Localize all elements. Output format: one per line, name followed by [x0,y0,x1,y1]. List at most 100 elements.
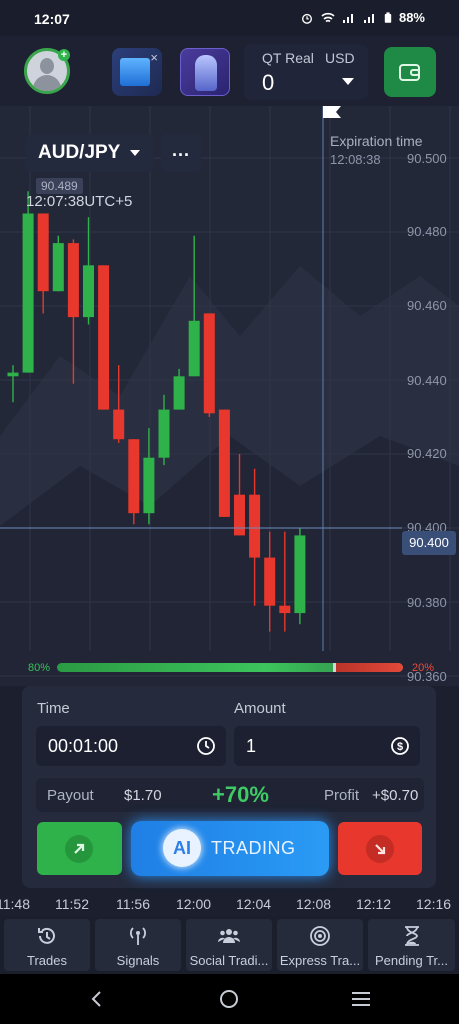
time-tick: 12:08 [296,896,332,912]
status-bar: 12:07 88% [0,0,459,36]
time-axis: 11:48 11:52 11:56 12:00 12:04 12:08 12:1… [0,892,459,916]
gift-box-icon [120,58,150,86]
tab-label: Pending Tr... [375,953,448,968]
tab-label: Social Tradi... [189,953,269,968]
arrow-up-right-icon [65,835,93,863]
promo-gift-banner[interactable]: × [112,48,162,96]
candle-body [128,439,140,514]
ai-trading-button[interactable]: AI TRADING [131,821,329,876]
payout-value: $1.70 [124,787,162,804]
ai-trading-label: TRADING [211,838,296,858]
time-tick: 11:48 [0,896,30,912]
candle-body [203,313,215,414]
candle-body [52,243,64,292]
y-axis-label: 90.500 [407,151,447,166]
alarm-icon [301,13,312,24]
expiration-title: Expiration time [330,133,423,149]
sentiment-down-percent: 20% [411,662,434,674]
status-time: 12:07 [34,11,70,27]
y-axis-label: 90.460 [407,298,447,313]
battery-percent: 88% [398,10,425,25]
tab-label: Signals [116,953,160,968]
sentiment-down-fill [333,663,403,672]
amount-label: Amount [234,700,286,717]
signal-icon [342,13,353,23]
wallet-icon [399,64,420,81]
tab-trades[interactable]: Trades [4,919,90,971]
home-icon[interactable] [219,989,239,1009]
chart-clock: 12:07:38UTC+5 [26,193,133,210]
candle-body [173,376,185,410]
chevron-down-icon [342,78,354,85]
candle-body [264,557,276,606]
wallet-button[interactable] [384,47,436,97]
profit-label: Profit [324,787,360,804]
candle-body [7,372,19,377]
account-type: QT Real [262,50,314,66]
status-icons: 88% [300,10,425,25]
robot-icon [195,55,217,91]
candle-body [294,535,306,614]
time-tick: 12:16 [416,896,452,912]
tab-label: Express Tra... [279,953,361,968]
sell-down-button[interactable] [338,822,422,875]
candle-body [98,265,110,410]
candle-body [67,243,79,318]
target-icon [310,926,330,946]
candle-body [37,213,49,292]
asset-pair: AUD/JPY [38,142,121,163]
y-axis-label: 90.440 [407,373,447,388]
tab-signals[interactable]: Signals [95,919,181,971]
payout-percent: +70% [212,782,269,807]
previous-price-tag: 90.489 [36,178,83,194]
y-axis-label: 90.480 [407,224,447,239]
app-header: + × QT Real USD 0 [0,36,459,106]
recents-icon[interactable] [350,990,372,1008]
promo-robot-banner[interactable] [180,48,230,96]
ai-badge-icon: AI [163,829,201,867]
people-icon [218,929,240,943]
candle-body [249,494,261,558]
candle-body [234,494,245,536]
more-options-button[interactable]: ... [161,134,201,172]
price-chart[interactable]: AUD/JPY ... 90.489 12:07:38UTC+5 Expirat… [0,106,459,686]
account-selector[interactable]: QT Real USD 0 [244,44,368,100]
avatar-add-icon[interactable]: + [58,49,70,61]
sentiment-track [57,663,403,672]
time-tick: 12:12 [356,896,392,912]
time-tick: 12:00 [176,896,212,912]
time-field[interactable]: 00:01:00 [36,726,226,766]
tab-pending-trades[interactable]: Pending Tr... [368,919,455,971]
tab-express-trading[interactable]: Express Tra... [277,919,363,971]
battery-icon [384,11,392,23]
sentiment-marker [332,663,336,672]
sentiment-bar: 80% 20% [26,660,434,678]
bottom-tabs: Trades Signals Social Tradi... Express T… [0,916,459,974]
payout-row: Payout $1.70 +70% Profit +$0.70 [36,778,424,812]
trade-panel: Time 00:01:00 Amount 1 $ Payout $1.70 +7… [22,686,436,888]
hourglass-icon [404,926,419,946]
time-label: Time [37,700,70,717]
current-price-label: 90.400 [402,531,456,555]
y-axis-label: 90.380 [407,595,447,610]
candle-body [218,409,230,517]
signal-icon-2 [363,13,374,23]
clock-icon[interactable] [196,736,216,756]
tab-label: Trades [27,953,67,968]
time-tick: 12:04 [236,896,272,912]
buy-up-button[interactable] [37,822,122,875]
close-icon[interactable]: × [150,50,158,65]
system-nav-bar [0,974,459,1024]
asset-selector[interactable]: AUD/JPY [26,134,154,172]
payout-label: Payout [47,787,94,804]
candle-body [113,409,125,440]
sentiment-up-percent: 80% [28,662,51,674]
time-value: 00:01:00 [48,736,119,756]
amount-field[interactable]: 1 $ [234,726,420,766]
dollar-icon[interactable]: $ [390,736,410,756]
back-icon[interactable] [88,990,106,1008]
tab-social-trading[interactable]: Social Tradi... [186,919,272,971]
svg-text:$: $ [397,741,403,753]
time-tick: 11:56 [116,896,150,912]
candle-body [279,605,291,614]
